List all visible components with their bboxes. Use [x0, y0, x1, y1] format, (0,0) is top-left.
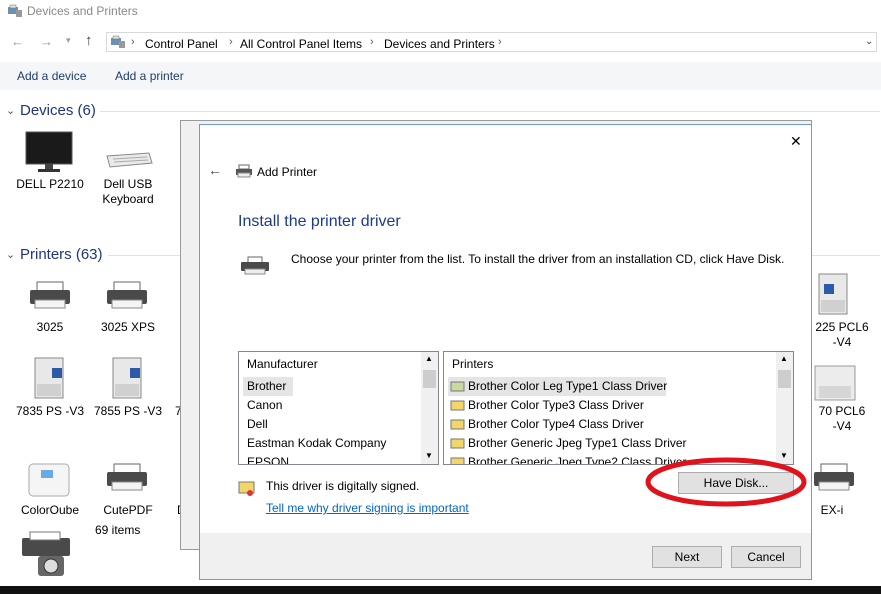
inkjet-printer-icon [27, 460, 73, 503]
large-copier-icon [813, 364, 857, 407]
scroll-up-icon[interactable]: ▲ [425, 354, 433, 363]
driver-icon [450, 437, 466, 453]
window-title: Devices and Printers [27, 4, 138, 18]
scrollbar-thumb[interactable] [423, 370, 436, 388]
printer-label[interactable]: 3025 XPS [90, 320, 166, 335]
printer-icon [235, 164, 253, 181]
printer-item[interactable]: Brother Generic Jpeg Type1 Class Driver [468, 434, 687, 453]
scroll-down-icon[interactable]: ▼ [425, 451, 433, 460]
manufacturer-item[interactable]: Dell [247, 415, 268, 434]
title-bar: Devices and Printers [0, 0, 881, 24]
cancel-button[interactable]: Cancel [731, 546, 801, 568]
driver-icon [450, 456, 466, 464]
printer-icon [106, 462, 148, 497]
printer-label[interactable]: 225 PCL6 -V4 [812, 320, 872, 350]
copier-icon [816, 272, 852, 319]
next-button[interactable]: Next [652, 546, 722, 568]
breadcrumb-separator-icon[interactable]: › [229, 36, 233, 48]
address-dropdown-icon[interactable]: ⌄ [865, 36, 873, 47]
dialog-heading: Install the printer driver [238, 213, 401, 230]
add-printer-button[interactable]: Add a printer [115, 69, 184, 83]
command-bar: Add a device Add a printer [0, 62, 881, 90]
breadcrumb-separator-icon[interactable]: › [131, 36, 135, 48]
breadcrumb-devices-printers[interactable]: Devices and Printers [384, 37, 495, 51]
up-icon[interactable]: ↑ [85, 32, 93, 49]
scrollbar-thumb[interactable] [778, 370, 791, 388]
address-location-icon [110, 35, 126, 52]
manufacturer-list-header: Manufacturer [247, 357, 318, 371]
copier-icon [110, 356, 146, 403]
printers-collapse-icon[interactable]: ⌄ [6, 248, 15, 261]
printer-label[interactable]: EX-i [812, 503, 852, 518]
taskbar-edge [0, 586, 881, 594]
manufacturer-item-selected[interactable]: Brother [243, 377, 293, 396]
dialog-instruction: Choose your printer from the list. To in… [291, 252, 785, 266]
scroll-up-icon[interactable]: ▲ [780, 354, 788, 363]
devices-printers-icon [7, 4, 23, 21]
dialog-footer: Next Cancel [200, 533, 811, 579]
printer-item[interactable]: Brother Color Type4 Class Driver [468, 415, 644, 434]
driver-signing-link[interactable]: Tell me why driver signing is important [266, 501, 469, 515]
printers-scrollbar[interactable]: ▲ ▼ [776, 352, 793, 464]
printers-group-header[interactable]: Printers (63) [20, 246, 103, 263]
driver-icon [450, 399, 466, 415]
forward-icon[interactable]: → [40, 34, 53, 49]
manufacturer-item[interactable]: Canon [247, 396, 282, 415]
certificate-icon [238, 481, 256, 500]
driver-icon [450, 380, 466, 396]
printer-item[interactable]: Brother Color Leg Type1 Class Driver [468, 377, 667, 396]
copier-icon [32, 356, 68, 403]
manufacturer-item[interactable]: EPSON [247, 453, 289, 464]
devices-group-divider [100, 111, 880, 112]
printer-label[interactable]: 70 PCL6 -V4 [812, 404, 872, 434]
signed-status-text: This driver is digitally signed. [266, 479, 420, 493]
monitor-icon [25, 131, 75, 178]
breadcrumb-separator-icon[interactable]: › [498, 36, 502, 48]
status-camera-printer-icon [18, 530, 76, 583]
breadcrumb-control-panel[interactable]: Control Panel [145, 37, 218, 51]
manufacturer-item[interactable]: Eastman Kodak Company [247, 434, 386, 453]
printer-label[interactable]: ColorOube [8, 503, 92, 518]
dialog-back-icon[interactable]: ← [208, 162, 222, 178]
driver-icon [450, 418, 466, 434]
devices-group-header[interactable]: Devices (6) [20, 102, 96, 119]
manufacturer-scrollbar[interactable]: ▲ ▼ [421, 352, 438, 464]
add-device-button[interactable]: Add a device [17, 69, 86, 83]
printer-icon [106, 280, 148, 315]
back-icon[interactable]: ← [11, 34, 24, 49]
recent-dropdown-icon[interactable]: ▾ [66, 35, 71, 46]
device-label[interactable]: DELL P2210 [12, 177, 88, 192]
printer-label[interactable]: 3025 [12, 320, 88, 335]
breadcrumb-all-items[interactable]: All Control Panel Items [240, 37, 362, 51]
manufacturer-list[interactable]: Manufacturer Brother Canon Dell Eastman … [238, 351, 439, 465]
keyboard-icon [105, 150, 153, 173]
printer-icon [29, 280, 71, 315]
item-count: 69 items [95, 523, 141, 537]
printer-label[interactable]: 7835 PS -V3 [8, 404, 92, 419]
devices-collapse-icon[interactable]: ⌄ [6, 104, 15, 117]
printers-list-header: Printers [452, 357, 494, 371]
printer-label[interactable]: 7855 PS -V3 [86, 404, 170, 419]
printer-driver-icon [240, 256, 270, 279]
address-bar[interactable]: › Control Panel › All Control Panel Item… [106, 32, 877, 52]
dialog-title: Add Printer [257, 165, 318, 179]
add-printer-dialog: ✕ ← Add Printer Install the printer driv… [199, 124, 812, 580]
printer-label[interactable]: CutePDF [90, 503, 166, 518]
printers-list[interactable]: Printers Brother Color Leg Type1 Class D… [443, 351, 794, 465]
breadcrumb-separator-icon[interactable]: › [370, 36, 374, 48]
printer-item[interactable]: Brother Color Type3 Class Driver [468, 396, 644, 415]
dialog-close-button[interactable]: ✕ [790, 133, 802, 150]
device-label[interactable]: Dell USB Keyboard [90, 177, 166, 207]
printer-icon [813, 462, 855, 497]
red-annotation-circle [645, 457, 807, 507]
